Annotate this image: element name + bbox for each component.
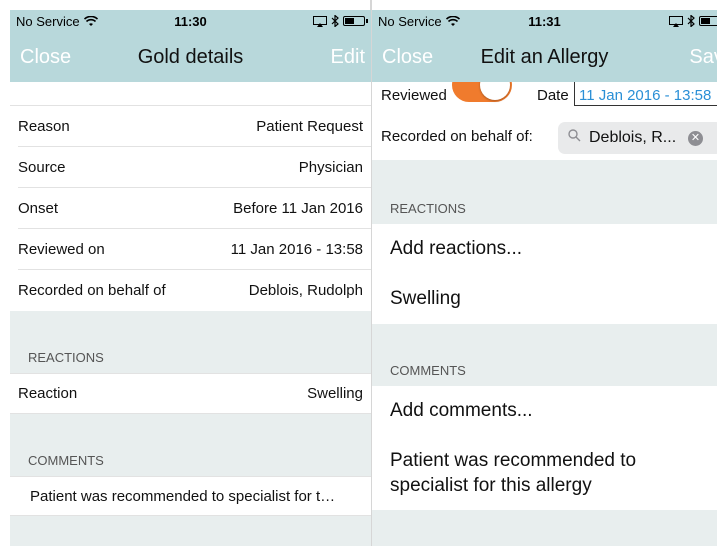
reviewed-toggle[interactable] bbox=[452, 82, 512, 102]
comments-section-header: COMMENTS bbox=[372, 324, 717, 386]
comment-row: Patient was recommended to specialist fo… bbox=[10, 476, 371, 516]
detail-label: Reaction bbox=[18, 385, 78, 402]
search-icon bbox=[568, 129, 581, 147]
detail-value: Deblois, Rudolph bbox=[248, 282, 363, 299]
reviewed-row: Reviewed Date 11 Jan 2016 - 13:58 bbox=[372, 82, 717, 114]
edit-allergy-screen: No Service 11:31 Close Edit an Allergy S… bbox=[372, 10, 717, 546]
detail-label: Source bbox=[18, 159, 66, 176]
detail-value: Swelling bbox=[307, 385, 363, 402]
detail-label: Reason bbox=[18, 118, 70, 135]
reaction-row: Reaction Swelling bbox=[10, 373, 371, 414]
detail-value: Before 11 Jan 2016 bbox=[233, 200, 363, 217]
add-reactions-label: Add reactions... bbox=[390, 238, 523, 259]
detail-label: Reviewed on bbox=[18, 241, 105, 258]
reviewed-label: Reviewed bbox=[381, 87, 447, 104]
detail-label: Recorded on behalf of bbox=[18, 282, 166, 299]
airplay-icon bbox=[313, 15, 327, 27]
airplay-icon bbox=[669, 15, 683, 27]
behalf-search-field[interactable]: Deblois, R... ✕ bbox=[558, 122, 717, 154]
nav-bar: Close Gold details Edit bbox=[10, 32, 371, 82]
detail-row-onset: Onset Before 11 Jan 2016 bbox=[10, 188, 371, 229]
detail-row-source: Source Physician bbox=[10, 147, 371, 188]
detail-row-reason: Reason Patient Request bbox=[10, 106, 371, 147]
behalf-label: Recorded on behalf of: bbox=[381, 128, 533, 145]
reactions-section-header: REACTIONS bbox=[372, 160, 717, 224]
detail-label: Onset bbox=[18, 200, 59, 217]
clock: 11:31 bbox=[528, 13, 561, 29]
detail-value: Patient Request bbox=[256, 118, 363, 135]
clipped-row bbox=[10, 82, 371, 106]
behalf-value: Deblois, R... bbox=[589, 129, 677, 146]
date-field[interactable]: 11 Jan 2016 - 13:58 bbox=[574, 82, 717, 106]
gold-details-screen: No Service 11:30 Close Gold details Edit… bbox=[10, 10, 371, 546]
save-button[interactable]: Save bbox=[689, 46, 717, 69]
comment-text: Patient was recommended to specialist fo… bbox=[30, 487, 336, 505]
bluetooth-icon bbox=[687, 15, 695, 27]
status-bar: No Service 11:30 bbox=[10, 10, 371, 32]
detail-value: Physician bbox=[298, 159, 363, 176]
bluetooth-icon bbox=[331, 15, 339, 27]
date-label: Date bbox=[537, 87, 569, 104]
battery-icon bbox=[699, 16, 717, 26]
detail-row-reviewed-on: Reviewed on 11 Jan 2016 - 13:58 bbox=[10, 229, 371, 270]
comment-item[interactable]: Patient was recommended to specialist fo… bbox=[372, 436, 717, 510]
detail-row-recorded-on-behalf: Recorded on behalf of Deblois, Rudolph bbox=[10, 270, 371, 311]
reaction-item-label: Swelling bbox=[390, 288, 461, 309]
bottom-spacer bbox=[372, 510, 717, 546]
section-title: COMMENTS bbox=[28, 453, 104, 468]
recorded-on-behalf-row: Recorded on behalf of: Deblois, R... ✕ bbox=[372, 114, 717, 160]
clear-icon[interactable]: ✕ bbox=[688, 131, 703, 146]
bottom-spacer bbox=[10, 516, 371, 546]
battery-icon bbox=[343, 16, 368, 26]
add-comments-label: Add comments... bbox=[390, 400, 533, 421]
comment-text: Patient was recommended to specialist fo… bbox=[390, 450, 637, 496]
section-title: REACTIONS bbox=[390, 201, 466, 216]
nav-bar: Close Edit an Allergy Save bbox=[372, 32, 717, 82]
detail-value: 11 Jan 2016 - 13:58 bbox=[230, 241, 363, 258]
edit-button[interactable]: Edit bbox=[331, 46, 365, 69]
close-button[interactable]: Close bbox=[382, 46, 433, 69]
add-comments-button[interactable]: Add comments... bbox=[372, 386, 717, 436]
reaction-item[interactable]: Swelling bbox=[372, 274, 717, 324]
status-bar: No Service 11:31 bbox=[372, 10, 717, 32]
add-reactions-button[interactable]: Add reactions... bbox=[372, 224, 717, 274]
section-title: REACTIONS bbox=[28, 350, 104, 365]
close-button[interactable]: Close bbox=[20, 46, 71, 69]
comments-section-header: COMMENTS bbox=[10, 414, 371, 476]
section-title: COMMENTS bbox=[390, 363, 466, 378]
reactions-section-header: REACTIONS bbox=[10, 311, 371, 373]
